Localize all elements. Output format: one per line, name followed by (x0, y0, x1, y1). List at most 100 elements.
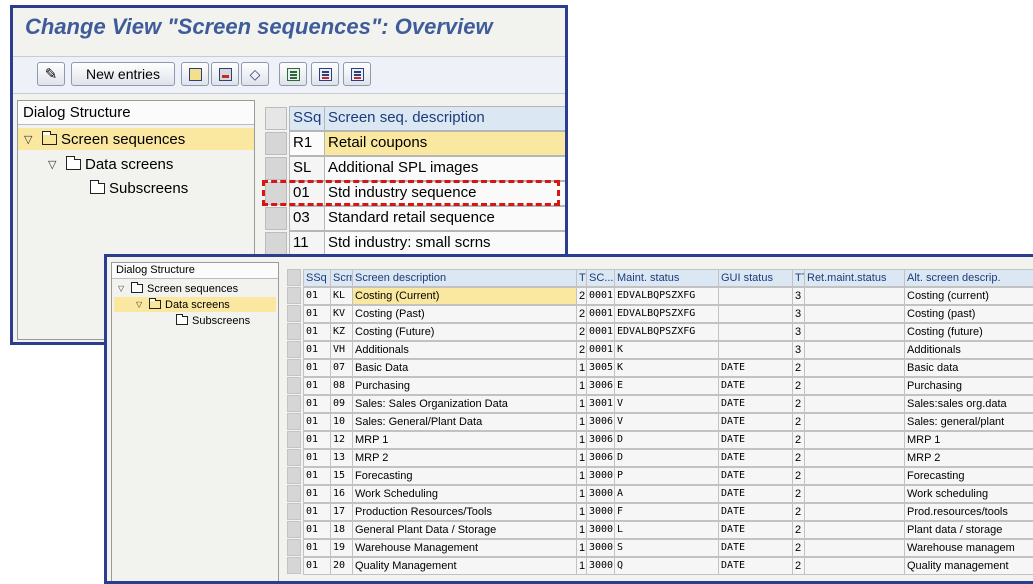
scrn-cell[interactable]: 09 (331, 395, 353, 413)
sc-cell[interactable]: 3005 (587, 359, 615, 377)
desc-cell[interactable]: Costing (Future) (353, 323, 577, 341)
scrn-cell[interactable]: VH (331, 341, 353, 359)
maint-cell[interactable]: EDVALBQPSZXFG (615, 287, 719, 305)
row-selector[interactable] (287, 323, 301, 340)
row-selector[interactable] (287, 341, 301, 358)
row-selector[interactable] (265, 207, 287, 230)
row-selector[interactable] (287, 359, 301, 376)
ssq-cell[interactable]: 01 (303, 341, 331, 359)
t-cell[interactable]: 1 (577, 485, 587, 503)
ssq-cell[interactable]: 01 (303, 467, 331, 485)
description-cell[interactable]: Std industry: small scrns (325, 231, 565, 256)
row-selector[interactable] (287, 521, 301, 538)
ret-cell[interactable] (805, 395, 905, 413)
maint-cell[interactable]: V (615, 413, 719, 431)
table-row[interactable]: 01 KZ Costing (Future) 2 0001 EDVALBQPSZXFG 3 C… (287, 323, 1033, 341)
tt-cell[interactable]: 3 (793, 323, 805, 341)
desc-cell[interactable]: Costing (Current) (353, 287, 577, 305)
t-cell[interactable]: 1 (577, 539, 587, 557)
desc-cell[interactable]: Work Scheduling (353, 485, 577, 503)
table-row[interactable]: 01 15 Forecasting 1 3000 P DATE 2 Forecasting (287, 467, 1033, 485)
tree-node-subscreens[interactable]: Subscreens (18, 177, 188, 199)
maint-cell[interactable]: K (615, 341, 719, 359)
row-selector[interactable] (287, 377, 301, 394)
description-cell[interactable]: Retail coupons (325, 131, 565, 156)
table-row[interactable]: 01 VH Additionals 2 0001 K 3 Additionals (287, 341, 1033, 359)
column-header-gui[interactable]: GUI status (719, 269, 793, 287)
t-cell[interactable]: 1 (577, 359, 587, 377)
t-cell[interactable]: 1 (577, 449, 587, 467)
column-header-alt[interactable]: Alt. screen descrip. (905, 269, 1033, 287)
sc-cell[interactable]: 3006 (587, 413, 615, 431)
sc-cell[interactable]: 3000 (587, 485, 615, 503)
ssq-cell[interactable]: 01 (303, 305, 331, 323)
row-selector[interactable] (287, 395, 301, 412)
column-header-t[interactable]: T (577, 269, 587, 287)
scrn-cell[interactable]: KV (331, 305, 353, 323)
select-all-button[interactable] (279, 62, 307, 86)
alt-cell[interactable]: MRP 2 (905, 449, 1033, 467)
ret-cell[interactable] (805, 377, 905, 395)
ssq-cell[interactable]: 01 (303, 359, 331, 377)
gui-cell[interactable] (719, 287, 793, 305)
table-row[interactable]: SL Additional SPL images (265, 156, 565, 181)
ssq-cell[interactable]: 01 (303, 287, 331, 305)
ret-cell[interactable] (805, 305, 905, 323)
maint-cell[interactable]: P (615, 467, 719, 485)
ret-cell[interactable] (805, 413, 905, 431)
column-header-maint[interactable]: Maint. status (615, 269, 719, 287)
scrn-cell[interactable]: 20 (331, 557, 353, 575)
ssq-cell[interactable]: 01 (303, 323, 331, 341)
t-cell[interactable]: 2 (577, 341, 587, 359)
sc-cell[interactable]: 3006 (587, 449, 615, 467)
maint-cell[interactable]: V (615, 395, 719, 413)
maint-cell[interactable]: L (615, 521, 719, 539)
ssq-cell[interactable]: 01 (303, 521, 331, 539)
ret-cell[interactable] (805, 503, 905, 521)
alt-cell[interactable]: Quality management (905, 557, 1033, 575)
tt-cell[interactable]: 2 (793, 557, 805, 575)
alt-cell[interactable]: Prod.resources/tools (905, 503, 1033, 521)
desc-cell[interactable]: Production Resources/Tools (353, 503, 577, 521)
tree-node-data-screens[interactable]: ▽ Data screens (114, 297, 276, 312)
tt-cell[interactable]: 2 (793, 521, 805, 539)
ssq-cell[interactable]: 01 (303, 485, 331, 503)
gui-cell[interactable]: DATE (719, 431, 793, 449)
tt-cell[interactable]: 3 (793, 287, 805, 305)
desc-cell[interactable]: General Plant Data / Storage (353, 521, 577, 539)
maint-cell[interactable]: D (615, 431, 719, 449)
row-selector[interactable] (287, 305, 301, 322)
desc-cell[interactable]: MRP 1 (353, 431, 577, 449)
maint-cell[interactable]: Q (615, 557, 719, 575)
gui-cell[interactable]: DATE (719, 521, 793, 539)
maint-cell[interactable]: EDVALBQPSZXFG (615, 305, 719, 323)
ssq-cell[interactable]: 01 (303, 557, 331, 575)
desc-cell[interactable]: Basic Data (353, 359, 577, 377)
row-selector[interactable] (287, 503, 301, 520)
t-cell[interactable]: 1 (577, 431, 587, 449)
table-row[interactable]: R1 Retail coupons (265, 131, 565, 156)
sc-cell[interactable]: 3000 (587, 467, 615, 485)
gui-cell[interactable] (719, 341, 793, 359)
ssq-cell[interactable]: 01 (303, 395, 331, 413)
copy-button[interactable] (181, 62, 209, 86)
column-header-scrn[interactable]: Scrn (331, 269, 353, 287)
alt-cell[interactable]: Plant data / storage (905, 521, 1033, 539)
t-cell[interactable]: 1 (577, 467, 587, 485)
sc-cell[interactable]: 3001 (587, 395, 615, 413)
row-selector[interactable] (287, 539, 301, 556)
ret-cell[interactable] (805, 539, 905, 557)
table-row[interactable]: 01 16 Work Scheduling 1 3000 A DATE 2 Work sched… (287, 485, 1033, 503)
tt-cell[interactable]: 3 (793, 341, 805, 359)
undo-button[interactable]: ◇ (241, 62, 269, 86)
gui-cell[interactable]: DATE (719, 539, 793, 557)
ssq-cell[interactable]: 03 (289, 206, 325, 231)
gui-cell[interactable]: DATE (719, 449, 793, 467)
alt-cell[interactable]: Costing (current) (905, 287, 1033, 305)
column-header-desc[interactable]: Screen description (353, 269, 577, 287)
ssq-cell[interactable]: 01 (303, 449, 331, 467)
row-selector[interactable] (287, 287, 301, 304)
tree-node-subscreens[interactable]: Subscreens (114, 313, 250, 328)
sc-cell[interactable]: 3000 (587, 521, 615, 539)
gui-cell[interactable]: DATE (719, 467, 793, 485)
